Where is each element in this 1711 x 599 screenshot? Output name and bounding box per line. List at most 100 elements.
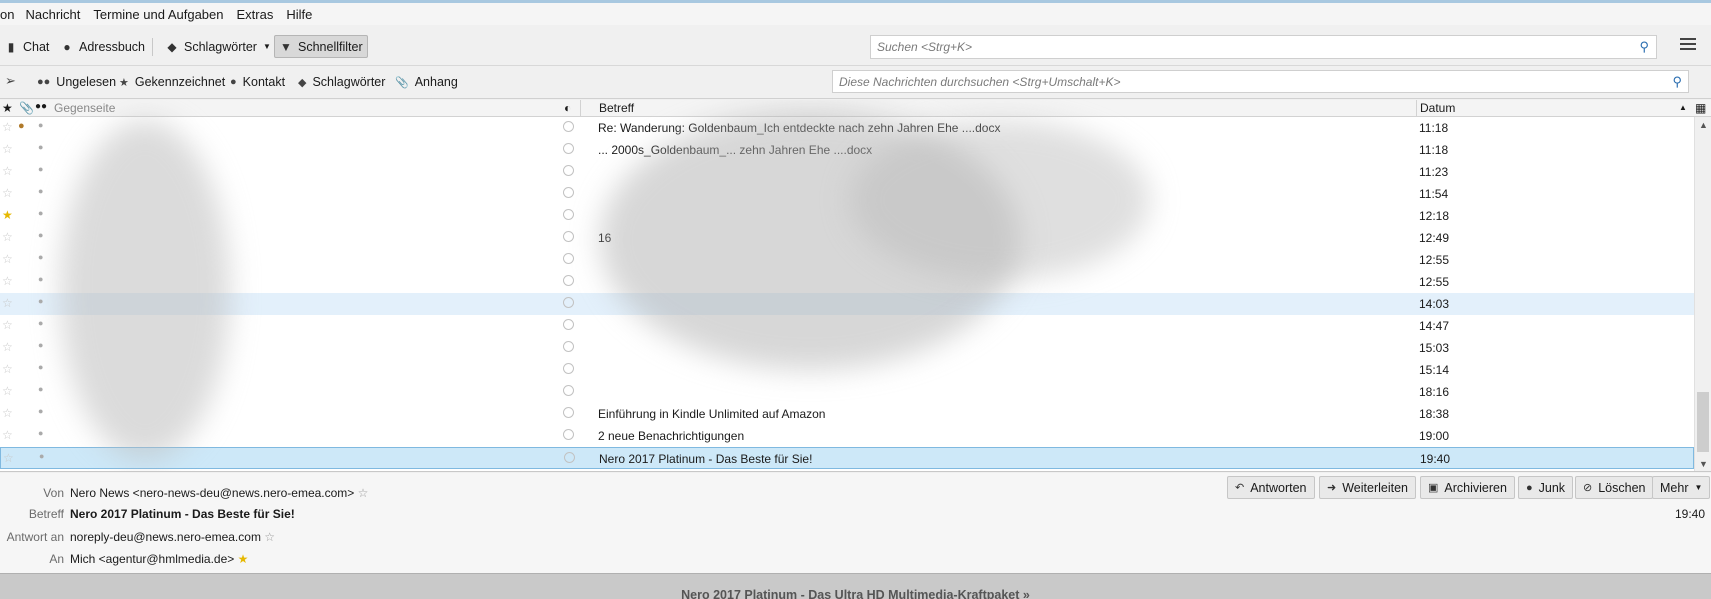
read-status-icon[interactable]: ● [38,142,43,152]
star-icon[interactable]: ★ [2,208,13,222]
junk-status-icon[interactable] [563,187,574,198]
star-icon[interactable]: ☆ [3,451,14,465]
star-column-icon[interactable]: ★ [2,101,13,115]
star-icon[interactable]: ☆ [2,296,13,310]
global-search-input[interactable]: Suchen <Strg+K> ⚲ [870,35,1657,59]
to-address[interactable]: Mich <agentur@hmlmedia.de> [70,552,234,566]
body-title-link[interactable]: Nero 2017 Platinum - Das Ultra HD Multim… [0,588,1711,599]
junk-status-icon[interactable] [563,275,574,286]
read-status-icon[interactable]: ● [38,428,43,438]
star-icon[interactable]: ☆ [2,340,13,354]
from-address[interactable]: Nero News <nero-news-deu@news.nero-emea.… [70,486,354,500]
junk-status-icon[interactable] [563,209,574,220]
read-status-icon[interactable]: ● [38,384,43,394]
delete-button[interactable]: ⊘ Löschen [1575,476,1654,499]
filter-contact-button[interactable]: ● Kontakt [230,75,285,89]
junk-status-icon[interactable] [563,121,574,132]
column-date[interactable]: Datum [1420,101,1455,115]
scroll-down-icon[interactable]: ▼ [1699,459,1708,469]
message-row[interactable]: ☆ ● 18:16 [0,381,1694,403]
read-status-icon[interactable]: ● [39,451,44,461]
column-subject[interactable]: Betreff [599,101,634,115]
junk-status-icon[interactable] [563,231,574,242]
scroll-up-icon[interactable]: ▲ [1699,120,1708,130]
read-status-icon[interactable]: ● [38,296,43,306]
scrollbar-thumb[interactable] [1697,392,1709,452]
junk-button[interactable]: ● Junk [1518,476,1574,499]
menu-item-help[interactable]: Hilfe [286,7,312,22]
read-status-icon[interactable]: ● [38,186,43,196]
archive-button[interactable]: ▣ Archivieren [1420,476,1515,499]
read-status-icon[interactable]: ● [38,208,43,218]
junk-status-icon[interactable] [563,407,574,418]
menu-item-extras[interactable]: Extras [237,7,274,22]
message-row[interactable]: ☆ ● 2 neue Benachrichtigungen 19:00 [0,425,1694,447]
read-status-icon[interactable]: ● [38,318,43,328]
quickfilter-toggle-button[interactable]: ▼ Schnellfilter [274,35,368,58]
filter-starred-button[interactable]: ★ Gekennzeichnet [119,75,225,89]
read-column-icon[interactable]: ●● [35,101,47,112]
reply-button[interactable]: ↶ Antworten [1227,476,1315,499]
junk-status-icon[interactable] [563,253,574,264]
junk-status-icon[interactable] [563,429,574,440]
junk-status-icon[interactable] [563,143,574,154]
star-icon[interactable]: ☆ [2,318,13,332]
star-icon[interactable]: ☆ [2,186,13,200]
filter-tags-button[interactable]: ◆ Schlagwörter [298,75,385,89]
star-icon[interactable]: ☆ [264,530,275,544]
filter-unread-button[interactable]: ●● Ungelesen [37,75,116,89]
junk-status-icon[interactable] [563,165,574,176]
filter-attachment-button[interactable]: 📎 Anhang [395,75,458,89]
junk-status-icon[interactable] [563,319,574,330]
junk-column-icon[interactable]: ◐ [564,101,571,115]
column-picker-icon[interactable]: ▦ [1695,101,1706,115]
junk-status-icon[interactable] [563,363,574,374]
replyto-address[interactable]: noreply-deu@news.nero-emea.com [70,530,261,544]
star-icon[interactable]: ☆ [2,428,13,442]
tags-button[interactable]: ◆ Schlagwörter ▼ [161,35,275,58]
star-icon[interactable]: ☆ [358,486,369,500]
column-correspondent[interactable]: Gegenseite [54,101,115,115]
read-status-icon[interactable]: ● [38,120,43,130]
star-icon[interactable]: ☆ [2,120,13,134]
message-list-scrollbar[interactable]: ▲ ▼ [1694,117,1711,471]
filter-search-input[interactable]: Diese Nachrichten durchsuchen <Strg+Umsc… [832,70,1689,93]
message-row[interactable]: ☆ ● Nero 2017 Platinum - Das Beste für Sie… [0,447,1694,469]
menu-item-file[interactable]: on [0,7,14,22]
read-status-icon[interactable]: ● [38,340,43,350]
to-value[interactable]: Mich <agentur@hmlmedia.de> ★ [70,552,248,566]
read-status-icon[interactable]: ● [38,274,43,284]
star-icon[interactable]: ☆ [2,164,13,178]
star-icon[interactable]: ☆ [2,406,13,420]
junk-status-icon[interactable] [563,385,574,396]
menu-item-message[interactable]: Nachricht [25,7,80,22]
read-status-icon[interactable]: ● [38,252,43,262]
junk-status-icon[interactable] [563,341,574,352]
attachment-column-icon[interactable]: 📎 [19,101,34,115]
chat-button[interactable]: ▮ Chat [0,35,53,58]
app-menu-icon[interactable] [1680,38,1696,52]
read-status-icon[interactable]: ● [38,362,43,372]
star-icon[interactable]: ☆ [2,362,13,376]
read-status-icon[interactable]: ● [38,164,43,174]
read-status-icon[interactable]: ● [38,230,43,240]
junk-status-icon[interactable] [563,297,574,308]
message-row[interactable]: ☆ ● Einführung in Kindle Unlimited auf Ama… [0,403,1694,425]
search-icon[interactable]: ⚲ [1639,39,1649,55]
forward-button[interactable]: ➜ Weiterleiten [1319,476,1416,499]
replyto-value[interactable]: noreply-deu@news.nero-emea.com ☆ [70,530,275,544]
junk-status-icon[interactable] [564,452,575,463]
star-icon[interactable]: ☆ [2,384,13,398]
menu-item-calendar[interactable]: Termine und Aufgaben [93,7,223,22]
star-icon[interactable]: ☆ [2,252,13,266]
star-icon[interactable]: ☆ [2,274,13,288]
star-icon[interactable]: ☆ [2,142,13,156]
star-icon[interactable]: ★ [238,552,249,566]
from-value[interactable]: Nero News <nero-news-deu@news.nero-emea.… [70,486,368,500]
addressbook-button[interactable]: ● Adressbuch [56,35,149,58]
read-status-icon[interactable]: ● [38,406,43,416]
pin-filter-button[interactable]: ➢ [5,73,22,89]
more-button[interactable]: Mehr ▼ [1652,476,1711,499]
star-icon[interactable]: ☆ [2,230,13,244]
search-icon[interactable]: ⚲ [1672,74,1682,90]
